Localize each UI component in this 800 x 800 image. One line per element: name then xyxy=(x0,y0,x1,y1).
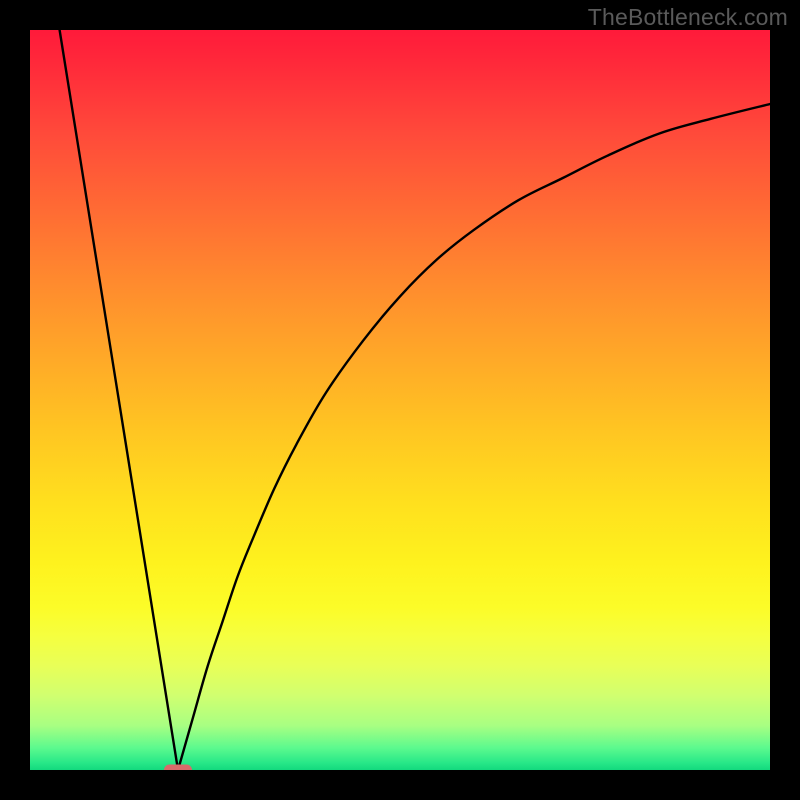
optimal-marker xyxy=(164,765,192,771)
curve-right xyxy=(178,104,770,770)
curve-left xyxy=(60,30,178,770)
plot-area xyxy=(30,30,770,770)
curve-layer xyxy=(30,30,770,770)
attribution-label: TheBottleneck.com xyxy=(588,4,788,31)
chart-frame: TheBottleneck.com xyxy=(0,0,800,800)
